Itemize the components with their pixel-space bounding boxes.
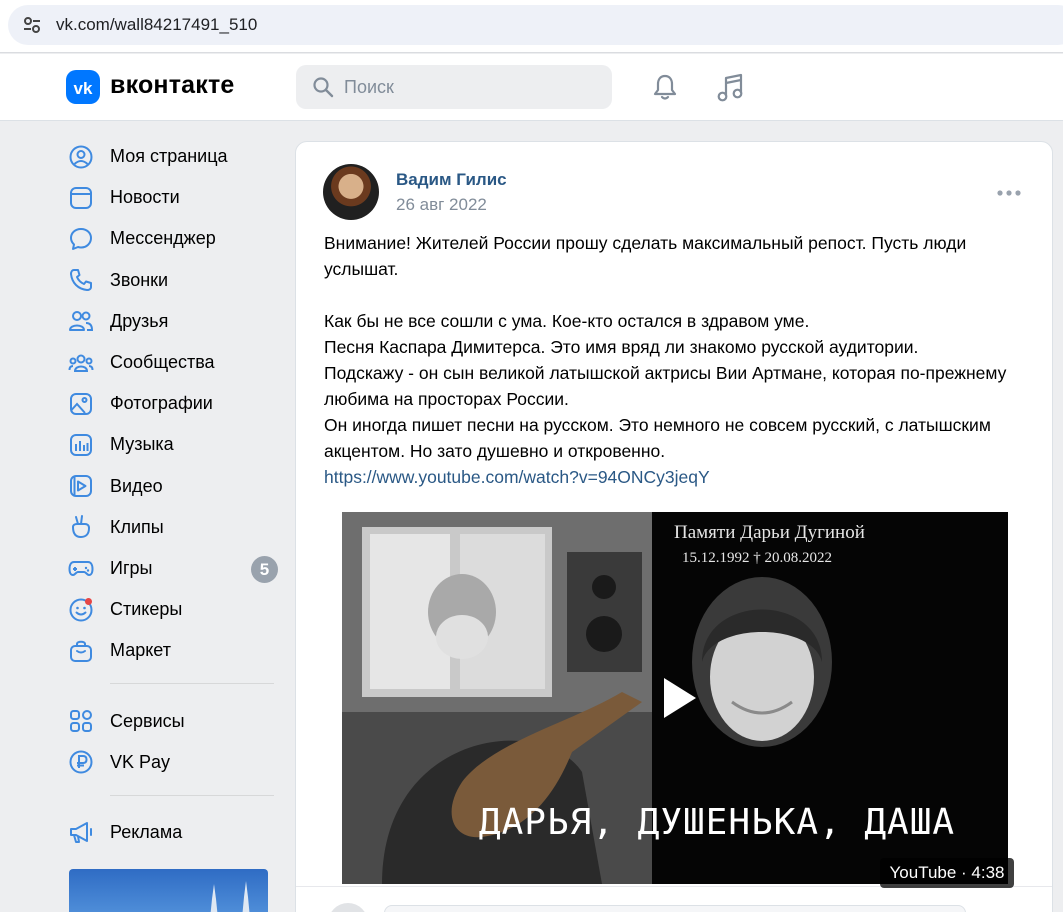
sidebar-divider bbox=[110, 683, 274, 685]
post-text: Внимание! Жителей России прошу сделать м… bbox=[324, 230, 1034, 490]
market-icon bbox=[70, 640, 92, 662]
video-duration-badge: YouTube · 4:38 bbox=[880, 858, 1014, 888]
towers-image bbox=[210, 881, 250, 912]
sidebar-item-label: Маркет bbox=[110, 640, 171, 661]
youtube-link[interactable]: https://www.youtube.com/watch?v=94ONCy3j… bbox=[324, 467, 710, 487]
sidebar-item-label: Друзья bbox=[110, 310, 169, 331]
sidebar-item-friends[interactable]: Друзья bbox=[58, 301, 288, 342]
sidebar-item-my-page[interactable]: Моя страница bbox=[58, 136, 288, 177]
sidebar-item-label: Сервисы bbox=[110, 710, 185, 731]
memorial-title: Памяти Дарьи Дугиной bbox=[674, 522, 865, 543]
browser-address-bar: vk.com/wall84217491_510 bbox=[0, 0, 1063, 53]
sidebar-item-label: Реклама bbox=[110, 821, 183, 842]
sidebar-item-label: Клипы bbox=[110, 516, 164, 537]
search-box[interactable] bbox=[296, 65, 612, 109]
sidebar-item-messenger[interactable]: Мессенджер bbox=[58, 218, 288, 259]
sidebar-item-music[interactable]: Музыка bbox=[58, 424, 288, 465]
music-player-icon[interactable] bbox=[714, 72, 746, 104]
sidebar-item-video[interactable]: Видео bbox=[58, 466, 288, 507]
sidebar-item-games[interactable]: Игры 5 bbox=[58, 548, 288, 589]
sidebar-item-services[interactable]: Сервисы bbox=[58, 700, 288, 741]
sidebar-item-news[interactable]: Новости bbox=[58, 177, 288, 218]
sidebar-item-communities[interactable]: Сообщества bbox=[58, 342, 288, 383]
post-line: Как бы не все сошли с ума. Кое-кто остал… bbox=[324, 311, 810, 331]
site-settings-icon[interactable] bbox=[22, 15, 42, 35]
sidebar-item-label: Сообщества bbox=[110, 352, 215, 373]
memorial-dates: 15.12.1992 † 20.08.2022 bbox=[682, 550, 832, 566]
comment-input[interactable] bbox=[384, 905, 966, 912]
games-icon bbox=[68, 561, 94, 577]
sidebar-item-label: Мессенджер bbox=[110, 228, 216, 249]
sidebar-item-label: Стикеры bbox=[110, 599, 183, 620]
current-user-avatar bbox=[328, 903, 368, 912]
author-avatar[interactable] bbox=[323, 164, 379, 220]
sidebar-item-label: Звонки bbox=[110, 269, 169, 290]
notifications-bell-icon[interactable] bbox=[650, 72, 680, 102]
url-field[interactable]: vk.com/wall84217491_510 bbox=[8, 5, 1063, 45]
vk-header: vk вконтакте bbox=[0, 54, 1063, 121]
ads-icon bbox=[70, 822, 92, 844]
video-icon bbox=[70, 475, 92, 498]
post-author-name[interactable]: Вадим Гилис bbox=[396, 170, 507, 190]
music-icon bbox=[70, 433, 92, 456]
sidebar-item-label: Игры bbox=[110, 557, 153, 578]
sidebar-item-vk-pay[interactable]: VK Pay bbox=[58, 742, 288, 783]
video-player[interactable]: Памяти Дарьи Дугиной 15.12.1992 † 20.08.… bbox=[342, 512, 1008, 884]
sidebar-item-label: Видео bbox=[110, 475, 163, 496]
vkpay-icon bbox=[69, 750, 93, 774]
video-caption: ДАРЬЯ, ДУШЕНЬКА, ДАША bbox=[478, 802, 956, 843]
sidebar-ad-banner[interactable] bbox=[69, 869, 268, 912]
news-icon bbox=[70, 186, 92, 209]
post-line: Песня Каспара Димитерса. Это имя вряд ли… bbox=[324, 337, 919, 357]
svg-text:vk: vk bbox=[74, 79, 93, 98]
sidebar-item-market[interactable]: Маркет bbox=[58, 630, 288, 671]
services-icon bbox=[70, 710, 92, 733]
phone-icon bbox=[70, 269, 92, 292]
sidebar-item-clips[interactable]: Клипы bbox=[58, 507, 288, 548]
sidebar-item-calls[interactable]: Звонки bbox=[58, 260, 288, 301]
left-sidebar: Моя страница Новости Мессенджер Звонки Д… bbox=[58, 136, 288, 853]
post-line: Он иногда пишет песни на русском. Это не… bbox=[324, 415, 991, 461]
post-paragraph: Внимание! Жителей России прошу сделать м… bbox=[324, 233, 967, 279]
friends-icon bbox=[69, 311, 94, 332]
search-icon bbox=[313, 77, 334, 98]
sidebar-item-label: Музыка bbox=[110, 434, 174, 455]
wall-post: Вадим Гилис 26 авг 2022 Внимание! Жителе… bbox=[295, 141, 1053, 912]
clips-icon bbox=[71, 515, 91, 539]
vk-logo-text[interactable]: вконтакте bbox=[110, 71, 235, 100]
sidebar-item-label: Моя страница bbox=[110, 146, 228, 167]
profile-icon bbox=[69, 145, 93, 169]
comment-area bbox=[296, 886, 1052, 912]
photos-icon bbox=[70, 392, 92, 415]
sidebar-item-label: Фотографии bbox=[110, 393, 213, 414]
games-count-badge: 5 bbox=[251, 555, 278, 583]
sidebar-item-photos[interactable]: Фотографии bbox=[58, 383, 288, 424]
stickers-icon bbox=[69, 597, 93, 622]
more-options-icon[interactable] bbox=[996, 188, 1022, 198]
post-date[interactable]: 26 авг 2022 bbox=[396, 195, 487, 215]
messenger-icon bbox=[70, 227, 92, 250]
url-text[interactable]: vk.com/wall84217491_510 bbox=[56, 15, 257, 35]
sidebar-item-label: VK Pay bbox=[110, 751, 171, 772]
communities-icon bbox=[68, 354, 94, 372]
post-line: Подскажу - он сын великой латышской актр… bbox=[324, 363, 1007, 409]
sidebar-item-ads[interactable]: Реклама bbox=[58, 812, 288, 853]
vk-logo-icon[interactable]: vk bbox=[66, 70, 100, 104]
sidebar-item-stickers[interactable]: Стикеры bbox=[58, 589, 288, 630]
sidebar-item-label: Новости bbox=[110, 187, 180, 208]
search-input[interactable] bbox=[344, 65, 604, 109]
sidebar-divider bbox=[110, 794, 274, 796]
play-icon[interactable] bbox=[660, 674, 700, 722]
